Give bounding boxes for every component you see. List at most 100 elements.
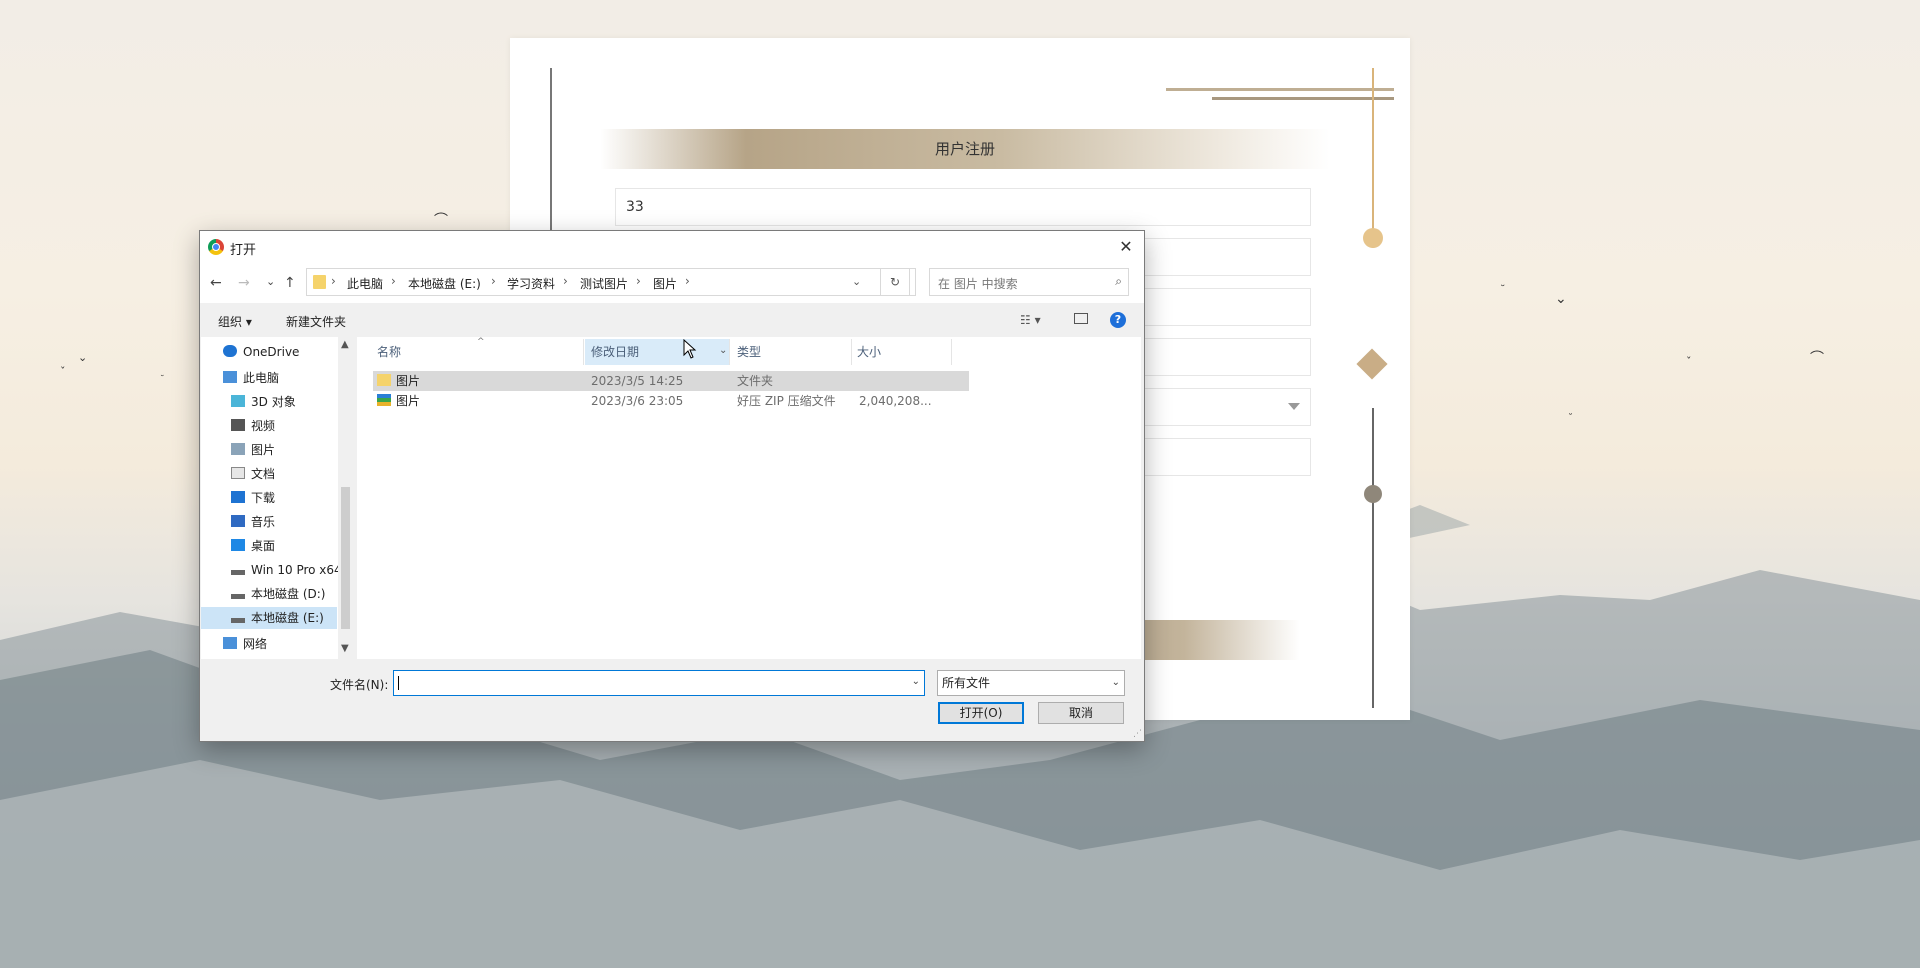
desktop-icon (231, 539, 245, 551)
column-header-name[interactable]: 名称 (377, 339, 401, 365)
cube-icon (231, 395, 245, 407)
file-type: 好压 ZIP 压缩文件 (737, 394, 836, 408)
dialog-footer: 文件名(N): ⌄ 所有文件 ⌄ 打开(O) 取消 ⋰ (200, 659, 1144, 741)
recent-locations-icon[interactable]: ⌄ (266, 275, 275, 288)
network-icon (223, 637, 237, 649)
sidebar-item-drive-e[interactable]: 本地磁盘 (E:) (201, 607, 337, 629)
bird-icon: ˇ (1686, 355, 1692, 368)
sidebar-item-desktop[interactable]: 桌面 (201, 535, 353, 557)
chevron-right-icon: › (636, 274, 641, 288)
cloud-icon (223, 345, 237, 357)
bird-icon: ˘ (160, 375, 165, 385)
file-name: 图片 (396, 394, 421, 408)
scroll-up-icon[interactable]: ▲ (341, 339, 349, 350)
filename-input[interactable]: ⌄ (393, 670, 925, 696)
sidebar-item-onedrive[interactable]: OneDrive (201, 341, 353, 363)
file-row[interactable]: 图片 2023/3/6 23:05 好压 ZIP 压缩文件 2,040,208.… (373, 391, 969, 411)
help-icon[interactable]: ? (1110, 312, 1126, 328)
decorative-dot (1364, 485, 1382, 503)
chevron-down-icon[interactable]: ⌄ (912, 676, 920, 687)
back-arrow-icon[interactable]: ← (210, 275, 222, 291)
file-name-cell: 图片 (377, 391, 420, 411)
column-divider[interactable] (851, 339, 852, 365)
decorative-dot (1363, 228, 1383, 248)
breadcrumb-item[interactable]: 图片 (653, 275, 677, 292)
sidebar-item-videos[interactable]: 视频 (201, 415, 353, 437)
dialog-toolbar: 组织 ▾ 新建文件夹 (200, 303, 1144, 337)
register-field-1[interactable]: 33 (615, 188, 1311, 226)
organize-menu[interactable]: 组织 ▾ (218, 313, 252, 330)
register-title: 用户注册 (600, 129, 1330, 169)
forward-arrow-icon[interactable]: → (238, 275, 250, 291)
file-date: 2023/3/5 14:25 (591, 374, 684, 388)
breadcrumb-item[interactable]: 测试图片 (580, 275, 628, 292)
mouse-cursor-icon (683, 339, 697, 359)
column-divider[interactable] (729, 339, 730, 365)
dialog-title: 打开 (230, 243, 257, 258)
column-header-size[interactable]: 大小 (857, 339, 881, 365)
view-options-icon[interactable]: ☷ ▾ (1020, 313, 1041, 327)
breadcrumb-item[interactable]: 此电脑 (347, 275, 383, 292)
close-button[interactable]: ✕ (1114, 235, 1138, 259)
chevron-down-icon (1288, 403, 1300, 410)
filetype-select[interactable]: 所有文件 ⌄ (937, 670, 1125, 696)
sidebar-item-3d-objects[interactable]: 3D 对象 (201, 391, 353, 413)
picture-icon (231, 443, 245, 455)
column-divider[interactable] (951, 339, 952, 365)
bird-icon: ︵ (434, 203, 448, 219)
navigation-pane: OneDrive 此电脑 3D 对象 视频 图片 文档 下载 音乐 桌面 Win… (201, 337, 353, 659)
sidebar-item-label: 此电脑 (243, 371, 280, 385)
text-caret (398, 676, 399, 690)
cancel-button[interactable]: 取消 (1038, 702, 1124, 724)
decorative-line (1372, 408, 1374, 708)
chevron-right-icon: › (685, 274, 690, 288)
sidebar-item-win10-drive[interactable]: Win 10 Pro x64 (201, 559, 353, 581)
sidebar-item-label: 桌面 (251, 539, 276, 553)
bird-icon: ︵ (1810, 341, 1824, 357)
preview-pane-icon[interactable] (1074, 313, 1088, 324)
column-header-date[interactable]: 修改日期 (585, 339, 729, 365)
column-header-type[interactable]: 类型 (737, 339, 761, 365)
sidebar-item-this-pc[interactable]: 此电脑 (201, 367, 353, 389)
folder-icon (377, 374, 391, 386)
file-date: 2023/3/6 23:05 (591, 394, 684, 408)
scroll-down-icon[interactable]: ▼ (341, 643, 349, 654)
sidebar-item-label: 本地磁盘 (E:) (251, 611, 324, 625)
column-divider[interactable] (583, 339, 584, 365)
video-icon (231, 419, 245, 431)
sidebar-item-label: 音乐 (251, 515, 276, 529)
address-bar[interactable]: › 此电脑 › 本地磁盘 (E:) › 学习资料 › 测试图片 › 图片 › ⌄ (306, 268, 916, 296)
sidebar-item-pictures[interactable]: 图片 (201, 439, 353, 461)
sidebar-item-music[interactable]: 音乐 (201, 511, 353, 533)
decorative-line (1166, 88, 1394, 91)
search-input[interactable]: 在 图片 中搜索 ⌕ (929, 268, 1129, 296)
breadcrumb-item[interactable]: 学习资料 (507, 275, 555, 292)
sidebar-item-label: 视频 (251, 419, 276, 433)
sidebar-item-label: 本地磁盘 (D:) (251, 587, 326, 601)
nav-scrollbar[interactable]: ▲ ▼ (338, 337, 353, 659)
chevron-down-icon[interactable]: ⌄ (852, 275, 861, 288)
bird-icon: ˘ (1500, 283, 1506, 296)
scrollbar-thumb[interactable] (341, 487, 350, 629)
drive-icon (231, 618, 245, 623)
sidebar-item-network[interactable]: 网络 (201, 633, 353, 655)
file-row[interactable]: 图片 2023/3/5 14:25 文件夹 (373, 371, 969, 391)
decorative-line (1372, 68, 1374, 248)
search-placeholder: 在 图片 中搜索 (938, 277, 1018, 291)
refresh-button[interactable]: ↻ (880, 268, 910, 296)
sidebar-item-label: 下载 (251, 491, 276, 505)
filename-label: 文件名(N): (330, 678, 389, 692)
chevron-right-icon: › (391, 274, 396, 288)
chevron-right-icon: › (331, 274, 336, 288)
sidebar-item-downloads[interactable]: 下载 (201, 487, 353, 509)
up-arrow-icon[interactable]: ↑ (284, 275, 296, 291)
sort-up-icon: ^ (477, 337, 485, 347)
open-button[interactable]: 打开(O) (938, 702, 1024, 724)
sidebar-item-documents[interactable]: 文档 (201, 463, 353, 485)
sidebar-item-drive-d[interactable]: 本地磁盘 (D:) (201, 583, 353, 605)
new-folder-button[interactable]: 新建文件夹 (286, 313, 346, 330)
resize-grip-icon[interactable]: ⋰ (1133, 729, 1142, 739)
sidebar-item-label: 网络 (243, 637, 268, 651)
sidebar-item-label: OneDrive (243, 345, 300, 359)
breadcrumb-item[interactable]: 本地磁盘 (E:) (408, 275, 481, 292)
